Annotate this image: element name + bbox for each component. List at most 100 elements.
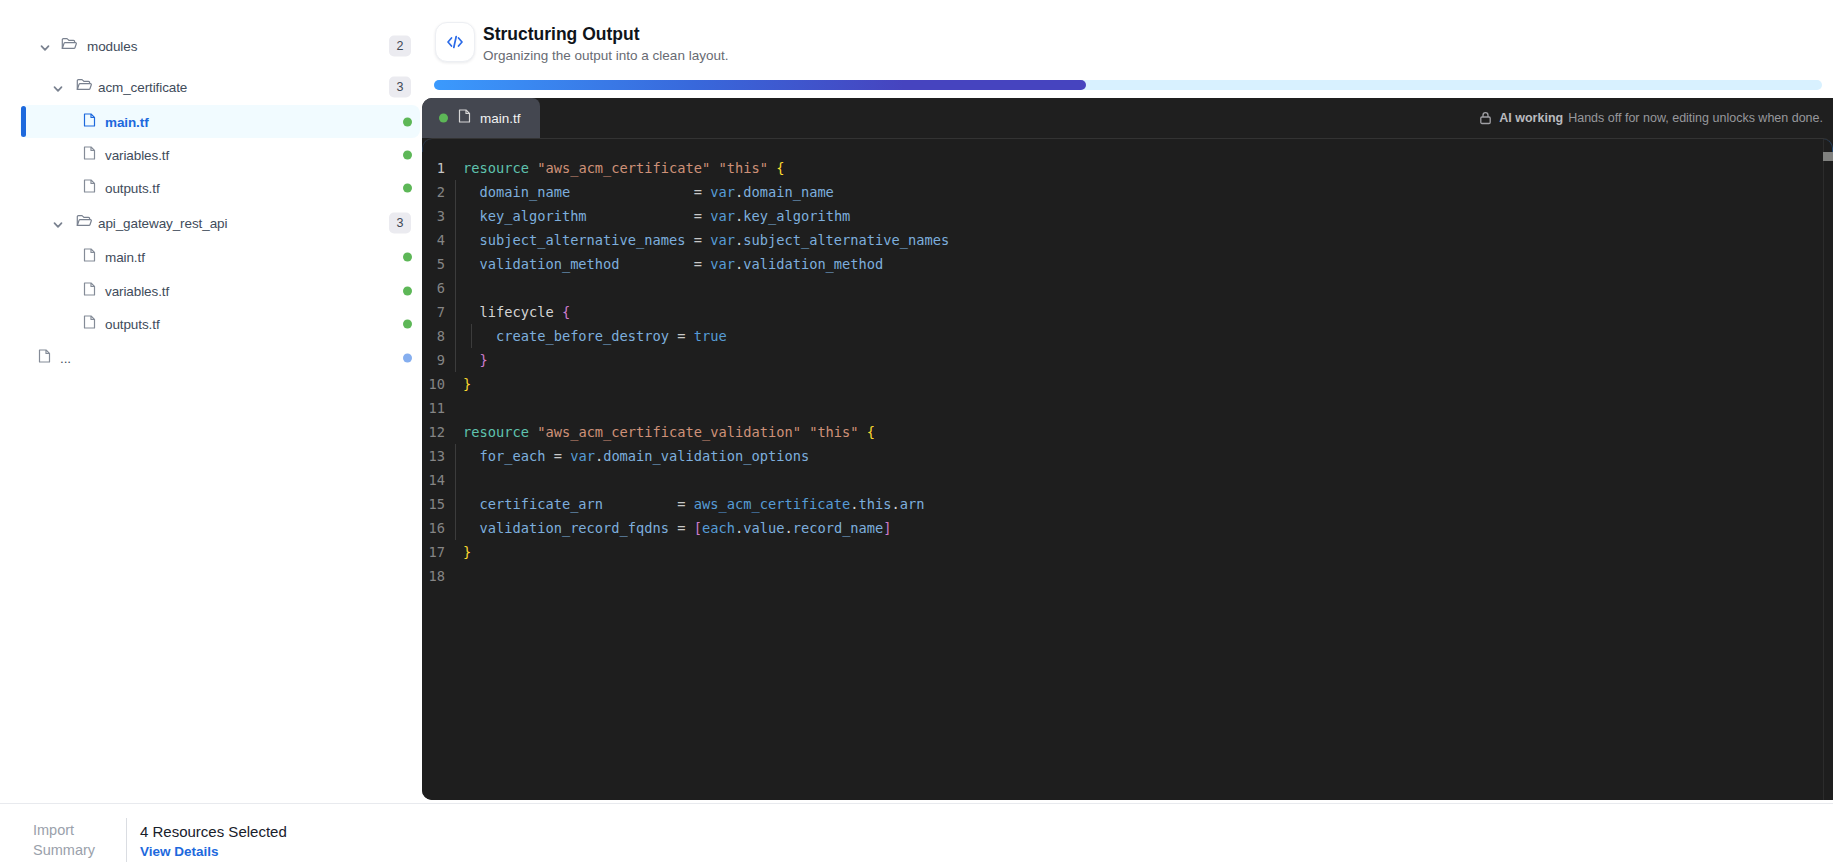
tree-file-outputs-tf[interactable]: outputs.tf: [0, 307, 420, 340]
line-number: 15: [422, 492, 445, 516]
code-line-2: 2 domain_name = var.domain_name: [422, 180, 1833, 204]
code-text: certificate_arn = aws_acm_certificate.th…: [445, 492, 925, 516]
tab-main-tf[interactable]: main.tf: [422, 98, 540, 138]
tree-item-label: variables.tf: [105, 147, 169, 162]
status-dot-green: [403, 150, 412, 159]
status-dot-green: [403, 252, 412, 261]
code-line-16: 16 validation_record_fqdns = [each.value…: [422, 516, 1833, 540]
line-number: 16: [422, 516, 445, 540]
folder-icon: [61, 37, 77, 55]
folder-icon: [76, 214, 92, 232]
code-text: }: [445, 372, 471, 396]
status-dot-blue: [403, 353, 412, 362]
tab-label: main.tf: [480, 111, 521, 126]
line-number: 4: [422, 228, 445, 252]
tree-item-label: outputs.tf: [105, 180, 160, 195]
row-highlight: [20, 138, 420, 171]
line-number: 6: [422, 276, 445, 300]
tree-item-label: modules: [87, 38, 137, 53]
tree-item-label: outputs.tf: [105, 316, 160, 331]
line-number: 5: [422, 252, 445, 276]
tree-folder-acm-certificate[interactable]: acm_certificate 3: [0, 70, 420, 103]
code-text: [445, 564, 463, 588]
code-text: domain_name = var.domain_name: [445, 180, 834, 204]
selected-indicator-bar: [21, 106, 26, 137]
code-line-10: 10}: [422, 372, 1833, 396]
code-text: key_algorithm = var.key_algorithm: [445, 204, 850, 228]
tree-file-variables-tf[interactable]: variables.tf: [0, 274, 420, 307]
tree-item-label: main.tf: [105, 249, 145, 264]
line-number: 14: [422, 468, 445, 492]
resources-selected-label: 4 Resources Selected: [140, 822, 287, 841]
tree-item-label: acm_certificate: [98, 79, 187, 94]
code-line-15: 15 certificate_arn = aws_acm_certificate…: [422, 492, 1833, 516]
panel-corner-accent-right: [1819, 138, 1833, 152]
code-line-8: 8 create_before_destroy = true: [422, 324, 1833, 348]
row-highlight: [20, 171, 420, 204]
file-icon: [83, 112, 96, 131]
tree-file--[interactable]: ...: [0, 341, 420, 374]
line-number: 1: [422, 156, 445, 180]
tree-file-variables-tf[interactable]: variables.tf: [0, 138, 420, 171]
code-line-13: 13 for_each = var.domain_validation_opti…: [422, 444, 1833, 468]
line-number: 11: [422, 396, 445, 420]
tree-file-main-tf[interactable]: main.tf: [0, 240, 420, 273]
view-details-link[interactable]: View Details: [140, 843, 219, 860]
line-number: 9: [422, 348, 445, 372]
code-area[interactable]: 1resource "aws_acm_certificate" "this" {…: [422, 138, 1833, 800]
code-icon: [435, 22, 475, 62]
row-highlight: [20, 29, 420, 62]
chevron-down-icon[interactable]: [39, 40, 51, 52]
tree-folder-api-gateway-rest-api[interactable]: api_gateway_rest_api3: [0, 206, 420, 239]
code-line-11: 11: [422, 396, 1833, 420]
code-line-5: 5 validation_method = var.validation_met…: [422, 252, 1833, 276]
file-icon: [38, 348, 51, 367]
row-highlight: [20, 307, 420, 340]
line-number: 12: [422, 420, 445, 444]
code-text: [445, 396, 463, 420]
import-summary-label: Import Summary: [33, 821, 95, 860]
code-lines: 1resource "aws_acm_certificate" "this" {…: [422, 156, 1833, 588]
code-text: subject_alternative_names = var.subject_…: [445, 228, 949, 252]
code-text: create_before_destroy = true: [445, 324, 727, 348]
page-subtitle: Organizing the output into a clean layou…: [483, 47, 728, 64]
status-dot-green: [403, 286, 412, 295]
page-title: Structuring Output: [483, 24, 640, 44]
lock-icon: [1479, 111, 1492, 125]
tree-file-main-tf[interactable]: main.tf: [0, 105, 420, 138]
row-highlight: [20, 341, 420, 374]
code-line-7: 7 lifecycle {: [422, 300, 1833, 324]
code-text: [445, 468, 463, 492]
tree-item-label: ...: [60, 350, 71, 365]
progress-bar: [434, 80, 1822, 90]
file-icon: [83, 145, 96, 164]
code-line-14: 14: [422, 468, 1833, 492]
line-number: 2: [422, 180, 445, 204]
file-icon: [458, 109, 471, 128]
chevron-down-icon[interactable]: [52, 217, 64, 229]
tree-folder-modules[interactable]: modules 2: [0, 29, 420, 62]
item-count-badge: 3: [389, 212, 411, 233]
line-number: 17: [422, 540, 445, 564]
ai-working-text: Hands off for now, editing unlocks when …: [1568, 111, 1823, 125]
code-line-3: 3 key_algorithm = var.key_algorithm: [422, 204, 1833, 228]
code-text: lifecycle {: [445, 300, 570, 324]
code-text: }: [445, 348, 488, 372]
tree-file-outputs-tf[interactable]: outputs.tf: [0, 171, 420, 204]
folder-icon: [76, 78, 92, 96]
code-editor-panel: main.tf AI working Hands off for now, ed…: [422, 98, 1833, 800]
scrollbar-thumb[interactable]: [1823, 152, 1833, 161]
code-text: resource "aws_acm_certificate_validation…: [445, 420, 875, 444]
line-number: 13: [422, 444, 445, 468]
tree-item-label: main.tf: [105, 114, 149, 129]
code-line-4: 4 subject_alternative_names = var.subjec…: [422, 228, 1833, 252]
item-count-badge: 3: [389, 76, 411, 97]
code-line-18: 18: [422, 564, 1833, 588]
file-icon: [83, 314, 96, 333]
chevron-down-icon[interactable]: [52, 81, 64, 93]
footer-vertical-divider: [126, 818, 127, 862]
item-count-badge: 2: [389, 35, 411, 56]
line-number: 3: [422, 204, 445, 228]
app: modules 2 acm_certificate 3 main.tf variables…: [0, 0, 1833, 866]
code-line-17: 17}: [422, 540, 1833, 564]
